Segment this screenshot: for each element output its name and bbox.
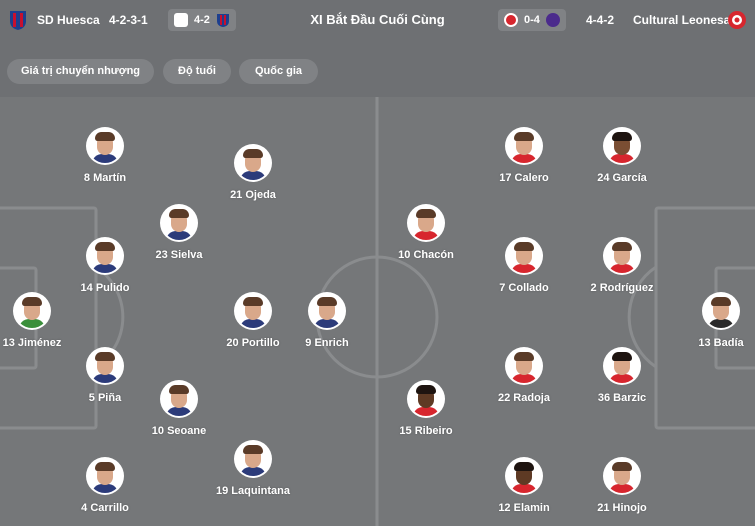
player-name: 15 Ribeiro — [399, 425, 453, 437]
player-photo — [507, 459, 541, 493]
player-photo — [605, 129, 639, 163]
player-photo — [507, 349, 541, 383]
player-home-laquintana[interactable]: 19 Laquintana — [208, 442, 298, 497]
player-name: 24 García — [597, 172, 647, 184]
nationality-filter-button[interactable]: Quốc gia — [239, 59, 318, 84]
away-recent-score: 0-4 — [524, 14, 540, 26]
player-name: 10 Seoane — [151, 425, 207, 437]
page-title: XI Bắt Đầu Cuối Cùng — [310, 12, 445, 27]
player-photo — [236, 294, 270, 328]
player-home-ojeda[interactable]: 21 Ojeda — [208, 146, 298, 201]
player-photo — [162, 206, 196, 240]
player-photo — [88, 129, 122, 163]
away-team-name[interactable]: Cultural Leonesa — [633, 13, 730, 27]
player-home-jimenez[interactable]: 13 Jiménez — [0, 294, 77, 349]
player-home-enrich[interactable]: 9 Enrich — [282, 294, 372, 349]
player-name: 12 Elamin — [498, 502, 550, 514]
player-photo — [605, 239, 639, 273]
sd-huesca-crest-icon[interactable] — [8, 9, 28, 31]
player-name: 8 Martín — [83, 172, 127, 184]
player-photo — [409, 382, 443, 416]
player-away-ribeiro[interactable]: 15 Ribeiro — [381, 382, 471, 437]
player-name: 19 Laquintana — [216, 485, 290, 497]
away-formation: 4-4-2 — [586, 13, 615, 27]
player-name: 14 Pulido — [80, 282, 130, 294]
lineup-pitch: 8 Martín 21 Ojeda 23 Sielva 14 Pulido 13… — [0, 97, 755, 526]
player-home-martin[interactable]: 8 Martín — [60, 129, 150, 184]
match-header: SD Huesca 4-2-3-1 4-2 XI Bắt Đầu Cuối Cù… — [0, 0, 755, 45]
player-away-elamin[interactable]: 12 Elamin — [479, 459, 569, 514]
player-name: 21 Ojeda — [230, 189, 276, 201]
player-name: 36 Barzic — [597, 392, 647, 404]
opponent-crest-icon — [174, 13, 188, 27]
player-away-chacon[interactable]: 10 Chacón — [381, 206, 471, 261]
player-name: 21 Hinojo — [597, 502, 647, 514]
player-photo — [15, 294, 49, 328]
player-away-rodriguez[interactable]: 2 Rodríguez — [577, 239, 667, 294]
player-photo — [162, 382, 196, 416]
player-name: 4 Carrillo — [81, 502, 129, 514]
cultural-leonesa-crest-icon[interactable] — [727, 9, 747, 31]
player-name: 13 Badía — [698, 337, 744, 349]
player-away-badia[interactable]: 13 Badía — [676, 294, 755, 349]
player-name: 2 Rodríguez — [590, 282, 654, 294]
player-home-pulido[interactable]: 14 Pulido — [60, 239, 150, 294]
player-home-seoane[interactable]: 10 Seoane — [134, 382, 224, 437]
player-name: 10 Chacón — [398, 249, 454, 261]
player-away-collado[interactable]: 7 Collado — [479, 239, 569, 294]
age-filter-button[interactable]: Độ tuổi — [163, 59, 231, 84]
player-photo — [704, 294, 738, 328]
opponent-crest-icon — [545, 13, 560, 27]
player-photo — [605, 349, 639, 383]
market-value-filter-button[interactable]: Giá trị chuyển nhượng — [7, 59, 154, 84]
player-photo — [88, 239, 122, 273]
player-name: 9 Enrich — [305, 337, 349, 349]
player-away-barzic[interactable]: 36 Barzic — [577, 349, 667, 404]
player-photo — [88, 459, 122, 493]
home-recent-score: 4-2 — [194, 14, 210, 26]
player-name: 13 Jiménez — [2, 337, 62, 349]
player-away-calero[interactable]: 17 Calero — [479, 129, 569, 184]
player-away-garcia[interactable]: 24 García — [577, 129, 667, 184]
away-recent-result[interactable]: 0-4 — [498, 9, 566, 31]
player-name: 7 Collado — [499, 282, 549, 294]
player-name: 17 Calero — [499, 172, 549, 184]
player-photo — [236, 146, 270, 180]
player-photo — [409, 206, 443, 240]
player-away-radoja[interactable]: 22 Radoja — [479, 349, 569, 404]
cultural-leonesa-mini-crest-icon — [504, 13, 518, 27]
player-away-hinojo[interactable]: 21 Hinojo — [577, 459, 667, 514]
filter-bar: Giá trị chuyển nhượng Độ tuổi Quốc gia — [0, 44, 755, 97]
home-recent-result[interactable]: 4-2 — [168, 9, 236, 31]
home-formation: 4-2-3-1 — [109, 13, 148, 27]
sd-huesca-mini-crest-icon — [216, 14, 229, 27]
player-photo — [236, 442, 270, 476]
player-home-carrillo[interactable]: 4 Carrillo — [60, 459, 150, 514]
player-photo — [507, 129, 541, 163]
player-photo — [88, 349, 122, 383]
player-photo — [507, 239, 541, 273]
home-team-name[interactable]: SD Huesca — [37, 13, 100, 27]
player-photo — [310, 294, 344, 328]
player-photo — [605, 459, 639, 493]
player-name: 22 Radoja — [498, 392, 550, 404]
